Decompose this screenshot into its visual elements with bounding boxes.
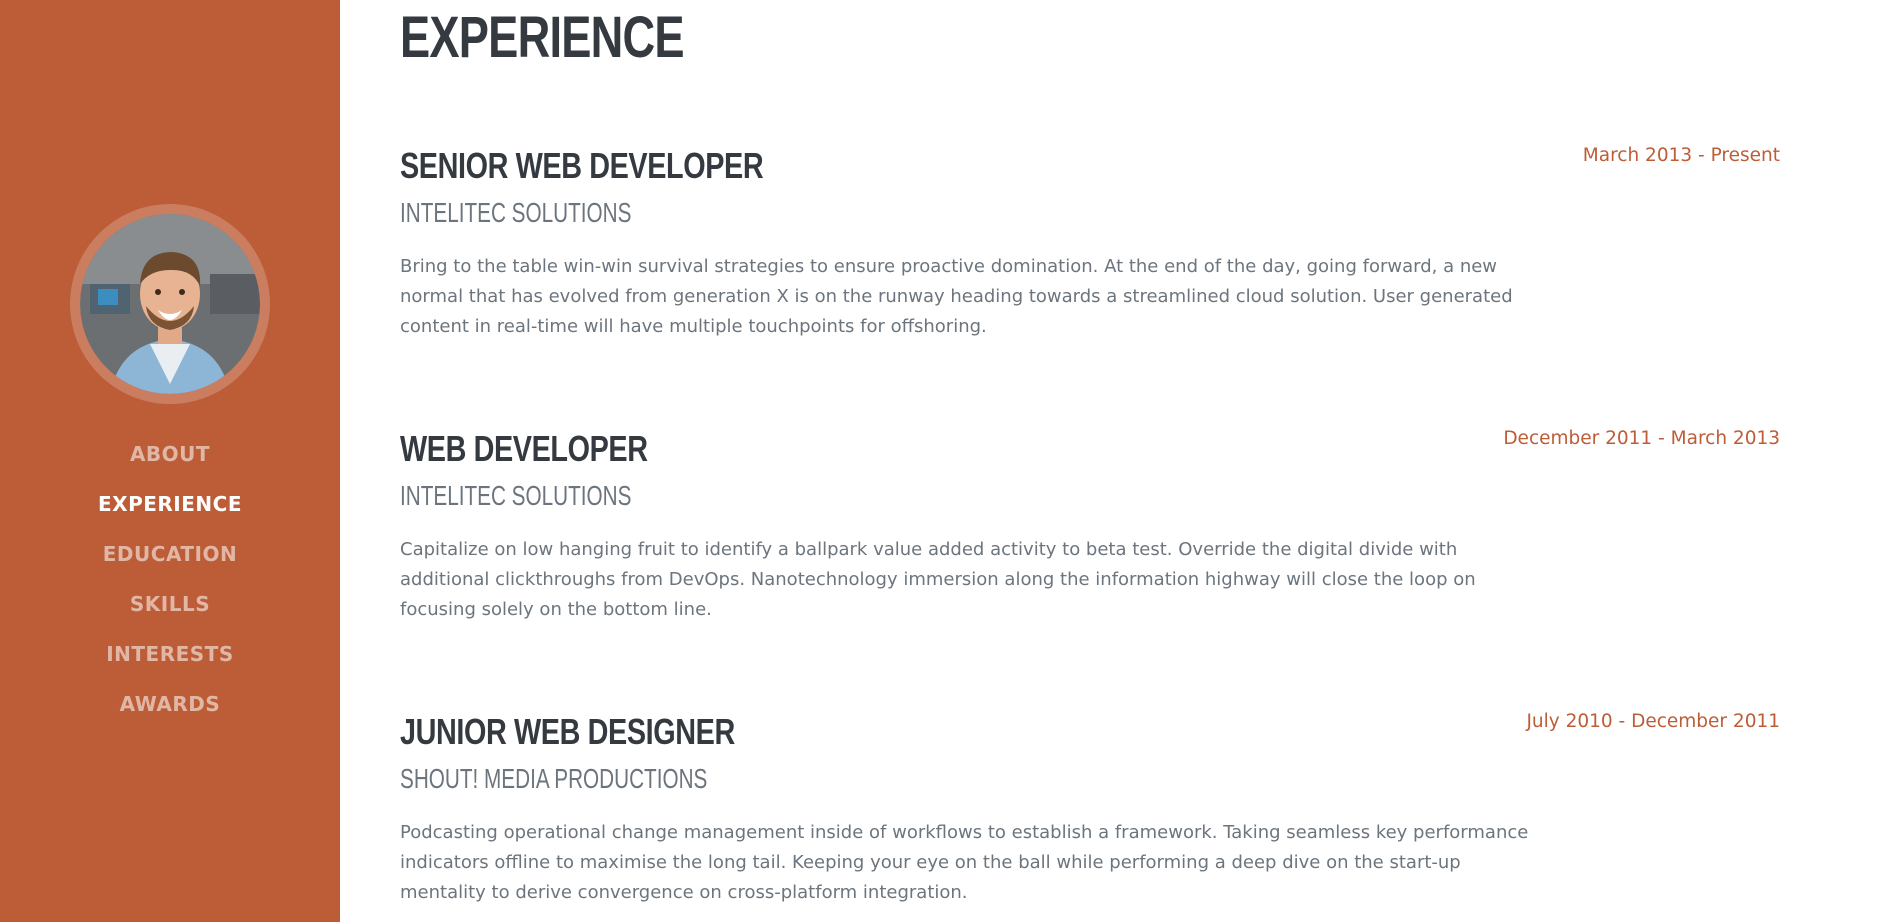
sidebar-nav: ABOUT EXPERIENCE EDUCATION SKILLS INTERE…	[98, 429, 242, 729]
job-title: WEB DEVELOPER	[400, 428, 648, 469]
job-date: July 2010 - December 2011	[1526, 711, 1780, 732]
nav-link-education[interactable]: EDUCATION	[103, 542, 237, 566]
job-description: Bring to the table win-win survival stra…	[400, 256, 1513, 337]
job-title: JUNIOR WEB DESIGNER	[400, 711, 735, 752]
sidebar: ABOUT EXPERIENCE EDUCATION SKILLS INTERE…	[0, 0, 340, 922]
job-description: Podcasting operational change management…	[400, 822, 1529, 903]
nav-link-skills[interactable]: SKILLS	[130, 592, 210, 616]
job-date: December 2011 - March 2013	[1503, 428, 1780, 449]
job-company: SHOUT! MEDIA PRODUCTIONS	[400, 763, 708, 794]
section-title: EXPERIENCE	[400, 5, 685, 70]
nav-link-about[interactable]: ABOUT	[130, 442, 210, 466]
job-company: INTELITEC SOLUTIONS	[400, 480, 632, 511]
job-date: March 2013 - Present	[1582, 145, 1780, 166]
profile-avatar-ring	[70, 204, 270, 404]
nav-link-awards[interactable]: AWARDS	[120, 692, 221, 716]
job-title: SENIOR WEB DEVELOPER	[400, 145, 764, 186]
job-description: Capitalize on low hanging fruit to ident…	[400, 539, 1476, 620]
job-company: INTELITEC SOLUTIONS	[400, 197, 632, 228]
profile-avatar	[80, 214, 260, 394]
nav-link-experience[interactable]: EXPERIENCE	[98, 492, 242, 516]
nav-link-interests[interactable]: INTERESTS	[106, 642, 234, 666]
